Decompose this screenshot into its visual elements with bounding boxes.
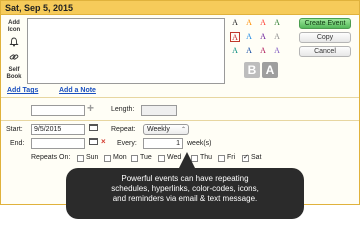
add-icon-label: Add Icon <box>7 20 21 33</box>
copy-button[interactable]: Copy <box>299 32 351 43</box>
tooltip-line: and reminders via email & text message. <box>112 194 258 203</box>
cancel-button[interactable]: Cancel <box>299 46 351 57</box>
repeat-label: Repeat: <box>111 126 136 133</box>
day-checkbox-wed[interactable] <box>158 155 165 162</box>
bold-style-button[interactable]: B <box>244 62 260 78</box>
divider <box>1 120 359 121</box>
swatch[interactable]: A <box>230 18 240 28</box>
hyperlink-button[interactable] <box>4 52 24 62</box>
add-tags-link[interactable]: Add Tags <box>7 87 38 94</box>
time-input[interactable] <box>31 105 85 116</box>
self-book-button[interactable]: Self Book <box>4 67 24 81</box>
swatch[interactable]: A <box>244 18 254 28</box>
day-label: Sat <box>251 154 262 161</box>
swatch-selected[interactable]: A <box>230 32 240 42</box>
feature-tooltip: Powerful events can have repeating sched… <box>66 168 304 219</box>
day-label: Fri <box>227 154 236 161</box>
swatch[interactable]: A <box>272 18 282 28</box>
swatch[interactable]: A <box>244 32 254 42</box>
plain-style-button[interactable]: A <box>262 62 278 78</box>
swatch[interactable]: A <box>258 46 268 56</box>
length-input[interactable] <box>141 105 177 116</box>
swatch[interactable]: A <box>258 32 268 42</box>
event-description-input[interactable] <box>27 18 225 84</box>
date-title: Sat, Sep 5, 2015 <box>5 3 74 13</box>
calendar-icon[interactable] <box>89 138 98 145</box>
divider <box>1 97 359 98</box>
reminder-button[interactable] <box>4 37 24 47</box>
day-checkbox-fri[interactable] <box>218 155 225 162</box>
calendar-icon[interactable] <box>89 124 98 131</box>
create-event-button[interactable]: Create Event <box>299 18 351 29</box>
every-unit: week(s) <box>187 140 212 147</box>
day-label: Thu <box>200 154 213 161</box>
repeat-select-value: Weekly <box>147 126 170 133</box>
swatch[interactable]: A <box>272 46 282 56</box>
day-checkbox-sun[interactable] <box>77 155 84 162</box>
every-label: Every: <box>117 140 137 147</box>
day-checkbox-mon[interactable] <box>104 155 111 162</box>
add-icon-button[interactable]: Add Icon <box>4 20 24 34</box>
day-checkbox-tue[interactable] <box>131 155 138 162</box>
plus-icon[interactable]: + <box>87 101 94 115</box>
start-date-input[interactable]: 9/5/2015 <box>31 124 85 135</box>
day-label: Mon <box>113 154 127 161</box>
repeat-select[interactable]: Weekly ⌃ <box>143 124 189 135</box>
swatch[interactable]: A <box>272 32 282 42</box>
day-checkbox-sat[interactable] <box>242 153 249 162</box>
end-label: End: <box>10 140 25 147</box>
swatch[interactable]: A <box>244 46 254 56</box>
bell-icon <box>9 37 19 47</box>
every-input[interactable]: 1 <box>143 138 183 149</box>
day-label: Tue <box>140 154 152 161</box>
self-book-label: Self Book <box>6 67 22 80</box>
swatch[interactable]: A <box>230 46 240 56</box>
repeats-on-label: Repeats On: <box>31 154 71 161</box>
close-icon[interactable]: × <box>101 137 106 146</box>
link-icon <box>9 54 19 60</box>
start-label: Start: <box>6 126 23 133</box>
day-label: Sun <box>86 154 99 161</box>
swatch[interactable]: A <box>258 18 268 28</box>
end-date-input[interactable] <box>31 138 85 149</box>
add-note-link[interactable]: Add a Note <box>59 87 96 94</box>
date-header: Sat, Sep 5, 2015 <box>1 1 359 15</box>
tooltip-line: schedules, hyperlinks, color-codes, icon… <box>111 184 259 193</box>
length-label: Length: <box>111 106 135 113</box>
chevron-down-icon: ⌃ <box>180 127 186 133</box>
tooltip-line: Powerful events can have repeating <box>121 174 249 183</box>
